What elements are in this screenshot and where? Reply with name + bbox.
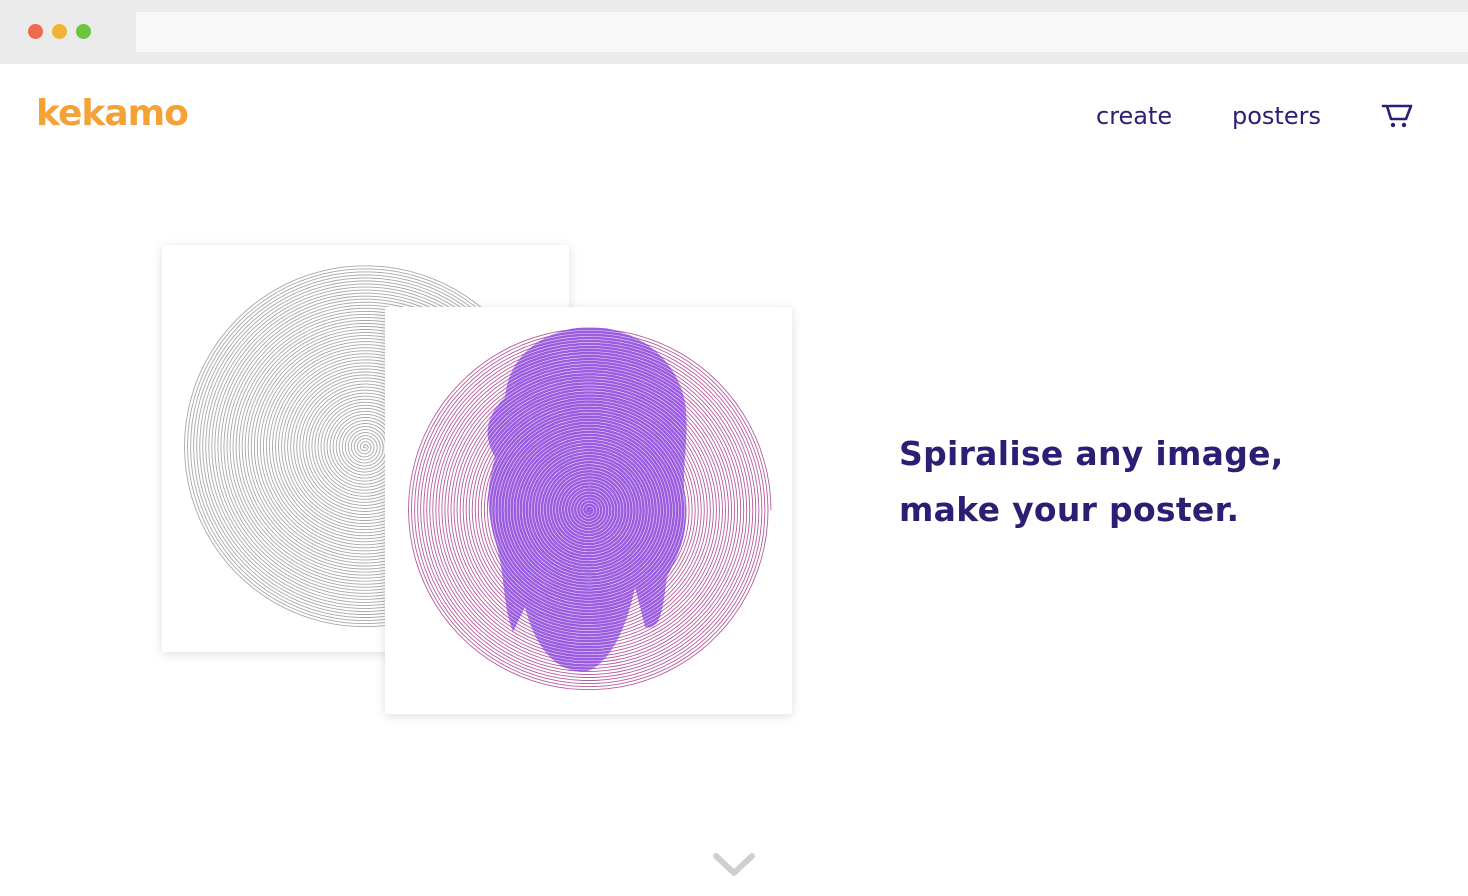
chevron-down-icon[interactable]: [712, 852, 756, 878]
headline-line-2: make your poster.: [899, 490, 1240, 529]
site-logo[interactable]: kekamo: [36, 92, 189, 136]
hero-headline: Spiralise any image, make your poster.: [899, 426, 1359, 538]
cart-icon[interactable]: [1380, 100, 1414, 130]
browser-chrome: [0, 0, 1468, 64]
window-maximize-button[interactable]: [76, 24, 91, 39]
poster-preview-spiralised: [385, 307, 792, 714]
headline-line-1: Spiralise any image,: [899, 434, 1284, 473]
address-bar-input[interactable]: [136, 12, 1468, 52]
nav-create-link[interactable]: create: [1096, 100, 1172, 132]
window-minimize-button[interactable]: [52, 24, 67, 39]
window-close-button[interactable]: [28, 24, 43, 39]
nav-posters-link[interactable]: posters: [1232, 100, 1321, 132]
purple-spiral-portrait: [408, 327, 772, 691]
